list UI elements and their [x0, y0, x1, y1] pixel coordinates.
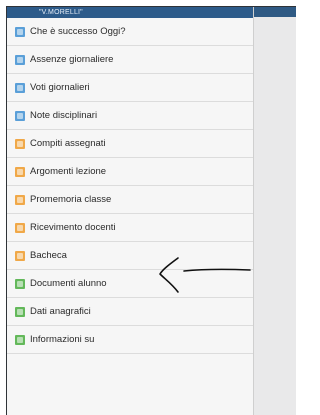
menu-item-label: Informazioni su — [30, 334, 95, 345]
menu-item-dati-anagrafici[interactable]: Dati anagrafici — [7, 298, 253, 326]
about-icon — [15, 334, 25, 345]
menu-item-assenze-giornaliere[interactable]: Assenze giornaliere — [7, 46, 253, 74]
menu-item-che-e-successo-oggi[interactable]: Che è successo Oggi? — [7, 18, 253, 46]
reminder-icon — [15, 194, 25, 205]
menu-item-note-disciplinari[interactable]: Note disciplinari — [7, 102, 253, 130]
topics-icon — [15, 166, 25, 177]
grades-icon — [15, 82, 25, 93]
meeting-icon — [15, 222, 25, 233]
content-area — [254, 7, 296, 415]
menu-item-label: Dati anagrafici — [30, 306, 91, 317]
documents-icon — [15, 278, 25, 289]
menu-item-informazioni-su[interactable]: Informazioni su — [7, 326, 253, 354]
board-icon — [15, 250, 25, 261]
menu-item-argomenti-lezione[interactable]: Argomenti lezione — [7, 158, 253, 186]
sidebar: "V.MORELLI" Che è successo Oggi? Assenze… — [7, 7, 254, 415]
menu-item-documenti-alunno[interactable]: Documenti alunno — [7, 270, 253, 298]
info-icon — [15, 26, 25, 37]
menu-item-label: Che è successo Oggi? — [30, 26, 126, 37]
menu-item-label: Argomenti lezione — [30, 166, 107, 177]
menu-item-label: Ricevimento docenti — [30, 222, 116, 233]
menu-item-label: Promemoria classe — [30, 194, 112, 205]
sidebar-menu: Che è successo Oggi? Assenze giornaliere… — [7, 18, 253, 354]
menu-item-label: Compiti assegnati — [30, 138, 106, 149]
menu-item-voti-giornalieri[interactable]: Voti giornalieri — [7, 74, 253, 102]
menu-item-label: Documenti alunno — [30, 278, 107, 289]
menu-item-label: Voti giornalieri — [30, 82, 90, 93]
menu-item-label: Assenze giornaliere — [30, 54, 114, 65]
menu-item-label: Bacheca — [30, 250, 67, 261]
profile-icon — [15, 306, 25, 317]
homework-icon — [15, 138, 25, 149]
menu-item-label: Note disciplinari — [30, 110, 98, 121]
menu-item-ricevimento-docenti[interactable]: Ricevimento docenti — [7, 214, 253, 242]
student-name-header: "V.MORELLI" — [7, 7, 253, 18]
menu-item-compiti-assegnati[interactable]: Compiti assegnati — [7, 130, 253, 158]
menu-item-bacheca[interactable]: Bacheca — [7, 242, 253, 270]
notes-icon — [15, 110, 25, 121]
content-top-bar — [254, 7, 296, 17]
menu-item-promemoria-classe[interactable]: Promemoria classe — [7, 186, 253, 214]
app-window: "V.MORELLI" Che è successo Oggi? Assenze… — [6, 6, 296, 415]
absence-icon — [15, 54, 25, 65]
